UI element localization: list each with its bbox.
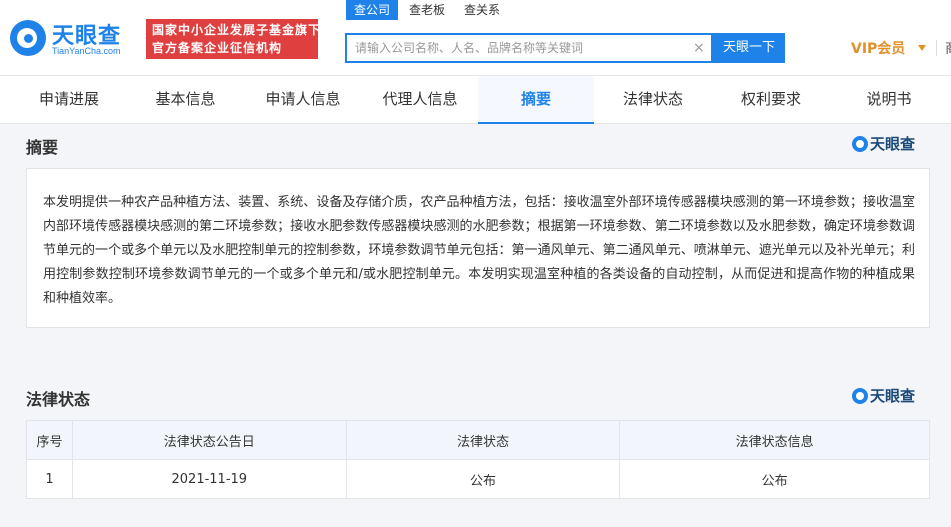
eye-logo-icon xyxy=(10,20,46,56)
col-index: 序号 xyxy=(26,420,73,460)
search-input[interactable] xyxy=(355,39,685,57)
table-row: 1 2021-11-19 公布 公布 xyxy=(26,459,930,499)
brand-text: 天眼查 xyxy=(870,387,916,405)
table-header-row: 序号 法律状态公告日 法律状态 法律状态信息 xyxy=(26,420,930,460)
tab-legal-status[interactable]: 法律状态 xyxy=(594,76,712,124)
eye-logo-icon xyxy=(852,136,868,152)
promo-banner[interactable]: 国家中小企业发展子基金旗下 官方备案企业征信机构 xyxy=(146,19,322,59)
col-legal-status-info: 法律状态信息 xyxy=(619,420,930,460)
tab-claims[interactable]: 权利要求 xyxy=(712,76,830,124)
promo-line-2: 官方备案企业征信机构 xyxy=(152,41,283,55)
top-header: 天眼查 TianYanCha.com 国家中小企业发展子基金旗下 官方备案企业征… xyxy=(0,0,951,76)
col-legal-status: 法律状态 xyxy=(345,420,621,460)
brand-text: 天眼查 xyxy=(870,135,916,153)
tab-applicant-info[interactable]: 申请人信息 xyxy=(244,76,362,124)
cell-legal-status-info: 公布 xyxy=(619,459,930,499)
eye-logo-icon xyxy=(852,388,868,404)
abstract-title: 摘要 xyxy=(26,138,59,157)
search-tab-relation[interactable]: 查关系 xyxy=(464,0,500,20)
tab-abstract[interactable]: 摘要 xyxy=(478,76,594,124)
tab-agent-info[interactable]: 代理人信息 xyxy=(362,76,478,124)
cell-announce-date: 2021-11-19 xyxy=(71,459,347,499)
chevron-down-icon[interactable] xyxy=(918,45,926,51)
cell-index: 1 xyxy=(26,459,73,499)
header-divider xyxy=(936,40,937,56)
col-announce-date: 法律状态公告日 xyxy=(71,420,347,460)
tab-basic-info[interactable]: 基本信息 xyxy=(118,76,253,124)
logo-domain: TianYanCha.com xyxy=(52,46,121,56)
legal-status-title: 法律状态 xyxy=(26,390,91,409)
detail-nav: 申请进展 基本信息 申请人信息 代理人信息 摘要 法律状态 权利要求 说明书 xyxy=(0,76,951,124)
abstract-text: 本发明提供一种农产品种植方法、装置、系统、设备及存储介质，农产品种植方法，包括：… xyxy=(26,168,930,328)
cell-legal-status: 公布 xyxy=(345,459,621,499)
search-tab-company[interactable]: 查公司 xyxy=(346,0,399,20)
clear-icon[interactable]: × xyxy=(693,39,705,57)
search-box: × xyxy=(345,33,713,63)
promo-line-1: 国家中小企业发展子基金旗下 xyxy=(152,23,322,37)
vip-member-link[interactable]: VIP会员 xyxy=(851,38,905,58)
search-tab-boss[interactable]: 查老板 xyxy=(409,0,445,20)
tab-specification[interactable]: 说明书 xyxy=(830,76,948,124)
header-edge-link[interactable]: 商 xyxy=(945,38,951,58)
search-button[interactable]: 天眼一下 xyxy=(713,33,785,63)
site-logo[interactable]: 天眼查 TianYanCha.com xyxy=(10,18,140,62)
legal-status-table: 序号 法律状态公告日 法律状态 法律状态信息 1 2021-11-19 公布 公… xyxy=(26,420,930,499)
